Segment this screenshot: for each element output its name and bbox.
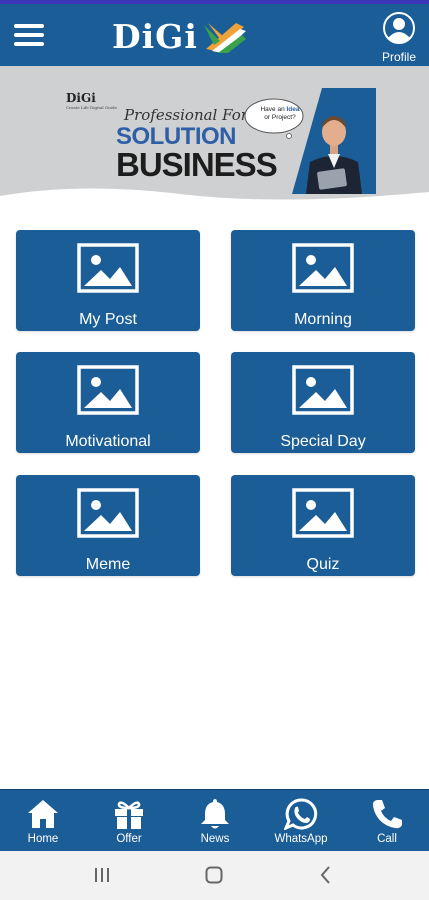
whatsapp-icon	[284, 798, 318, 830]
banner-script-professional: Professional	[124, 106, 218, 124]
nav-label: Offer	[116, 833, 142, 845]
menu-icon-line	[14, 33, 44, 37]
menu-icon-line	[14, 24, 44, 28]
tile-my-post[interactable]: My Post	[16, 230, 200, 331]
nav-call[interactable]: Call	[352, 798, 422, 845]
tile-label: My Post	[79, 311, 137, 328]
back-icon[interactable]	[316, 865, 336, 885]
tile-special-day[interactable]: Special Day	[231, 352, 415, 453]
system-navigation-bar	[0, 851, 429, 900]
tile-label: Quiz	[306, 556, 340, 573]
home-icon	[28, 800, 58, 828]
nav-offer[interactable]: Offer	[94, 798, 164, 845]
nav-label: Home	[27, 833, 59, 845]
tile-label: Motivational	[65, 433, 151, 450]
app-header: DiGi Profile	[0, 0, 429, 66]
menu-button[interactable]	[14, 24, 44, 50]
bottom-navigation: Home Offer News WhatsApp Call	[0, 789, 429, 851]
tile-quiz[interactable]: Quiz	[231, 475, 415, 576]
tile-motivational[interactable]: Motivational	[16, 352, 200, 453]
banner-wave	[0, 188, 429, 206]
home-button-icon[interactable]	[204, 865, 224, 885]
tile-label: Morning	[294, 311, 352, 328]
recent-apps-icon[interactable]	[92, 865, 112, 885]
banner-headline-business: BUSINESS	[116, 146, 278, 183]
image-placeholder-icon	[77, 488, 139, 538]
businessman-photo	[292, 88, 376, 194]
promo-banner[interactable]: DiGi Create Life Digital Guide Professio…	[0, 66, 429, 206]
banner-logo-tagline: Create Life Digital Guide	[66, 105, 117, 110]
image-placeholder-icon	[77, 365, 139, 415]
banner-logo-text: DiGi	[66, 91, 96, 105]
profile-label: Profile	[381, 50, 416, 64]
bell-icon	[201, 799, 229, 829]
menu-icon-line	[14, 42, 44, 46]
nav-label: Call	[377, 833, 397, 845]
flag-swoosh-icon	[203, 22, 246, 53]
bubble-line-1: Have an	[260, 106, 285, 113]
nav-whatsapp[interactable]: WhatsApp	[266, 798, 336, 845]
tile-label: Meme	[85, 556, 131, 573]
tile-morning[interactable]: Morning	[231, 230, 415, 331]
nav-label: WhatsApp	[274, 833, 328, 845]
bubble-line-2: or Project?	[264, 114, 296, 121]
nav-home[interactable]: Home	[8, 798, 78, 845]
profile-button[interactable]: Profile	[379, 12, 419, 64]
tile-label: Special Day	[280, 433, 366, 450]
brand-logo: DiGi	[112, 17, 248, 56]
nav-label: News	[200, 833, 230, 845]
phone-icon	[373, 800, 402, 829]
tile-meme[interactable]: Meme	[16, 475, 200, 576]
image-placeholder-icon	[292, 243, 354, 293]
image-placeholder-icon	[77, 243, 139, 293]
user-avatar-icon	[383, 12, 415, 44]
brand-name: DiGi	[112, 17, 198, 56]
image-placeholder-icon	[292, 365, 354, 415]
image-placeholder-icon	[292, 488, 354, 538]
nav-news[interactable]: News	[180, 798, 250, 845]
gift-icon	[115, 801, 143, 829]
banner-logo: DiGi Create Life Digital Guide	[66, 91, 117, 110]
